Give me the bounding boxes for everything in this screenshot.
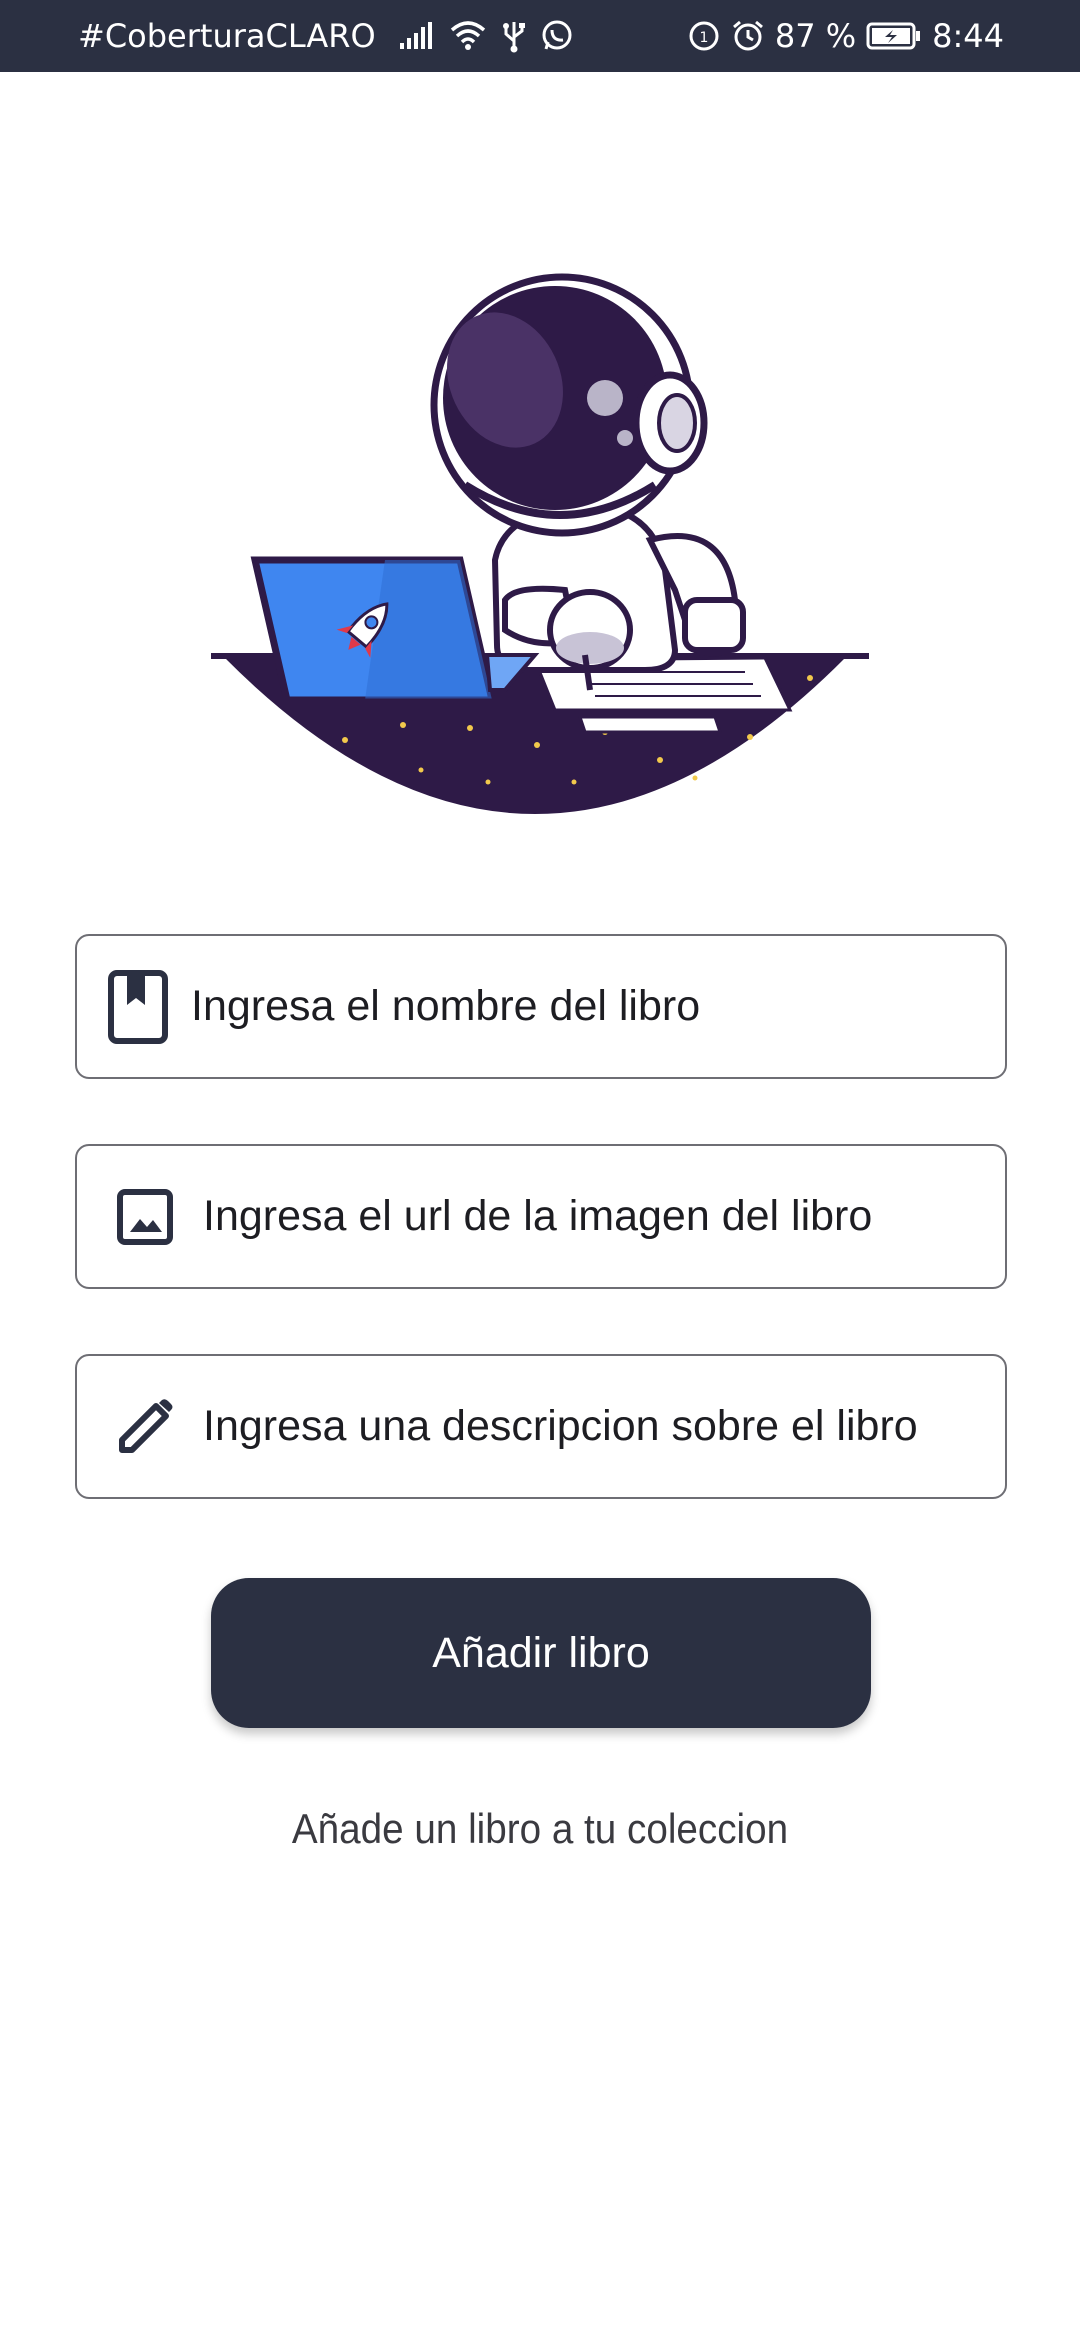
astronaut-illustration bbox=[205, 270, 875, 830]
book-image-placeholder: Ingresa el url de la imagen del libro bbox=[203, 1192, 873, 1240]
image-icon bbox=[110, 1177, 180, 1257]
wifi-icon bbox=[448, 20, 488, 52]
pencil-icon bbox=[110, 1387, 180, 1467]
clock-time: 8:44 bbox=[932, 17, 1004, 55]
carrier-label: #CoberturaCLARO bbox=[78, 17, 376, 55]
data-saver-icon: 1 bbox=[687, 19, 721, 53]
status-left: #CoberturaCLARO bbox=[78, 0, 574, 72]
status-bar: #CoberturaCLARO 1 87 % 8:44 bbox=[0, 0, 1080, 72]
battery-charging-icon bbox=[866, 21, 922, 51]
footer-caption: Añade un libro a tu coleccion bbox=[291, 1805, 789, 1852]
book-description-placeholder: Ingresa una descripcion sobre el libro bbox=[203, 1402, 918, 1450]
status-right: 1 87 % 8:44 bbox=[687, 0, 1004, 72]
whatsapp-icon bbox=[540, 19, 574, 53]
usb-icon bbox=[502, 19, 526, 53]
battery-percent: 87 % bbox=[774, 17, 857, 55]
svg-text:1: 1 bbox=[699, 30, 708, 46]
book-name-placeholder: Ingresa el nombre del libro bbox=[191, 982, 701, 1030]
add-book-button[interactable]: Añadir libro bbox=[211, 1578, 871, 1728]
bookmark-book-icon bbox=[103, 967, 173, 1047]
status-left-icons bbox=[398, 19, 574, 53]
book-description-field[interactable]: Ingresa una descripcion sobre el libro bbox=[75, 1354, 1007, 1499]
book-name-field[interactable]: Ingresa el nombre del libro bbox=[75, 934, 1007, 1079]
alarm-icon bbox=[731, 19, 765, 53]
signal-icon bbox=[398, 21, 434, 51]
book-image-url-field[interactable]: Ingresa el url de la imagen del libro bbox=[75, 1144, 1007, 1289]
